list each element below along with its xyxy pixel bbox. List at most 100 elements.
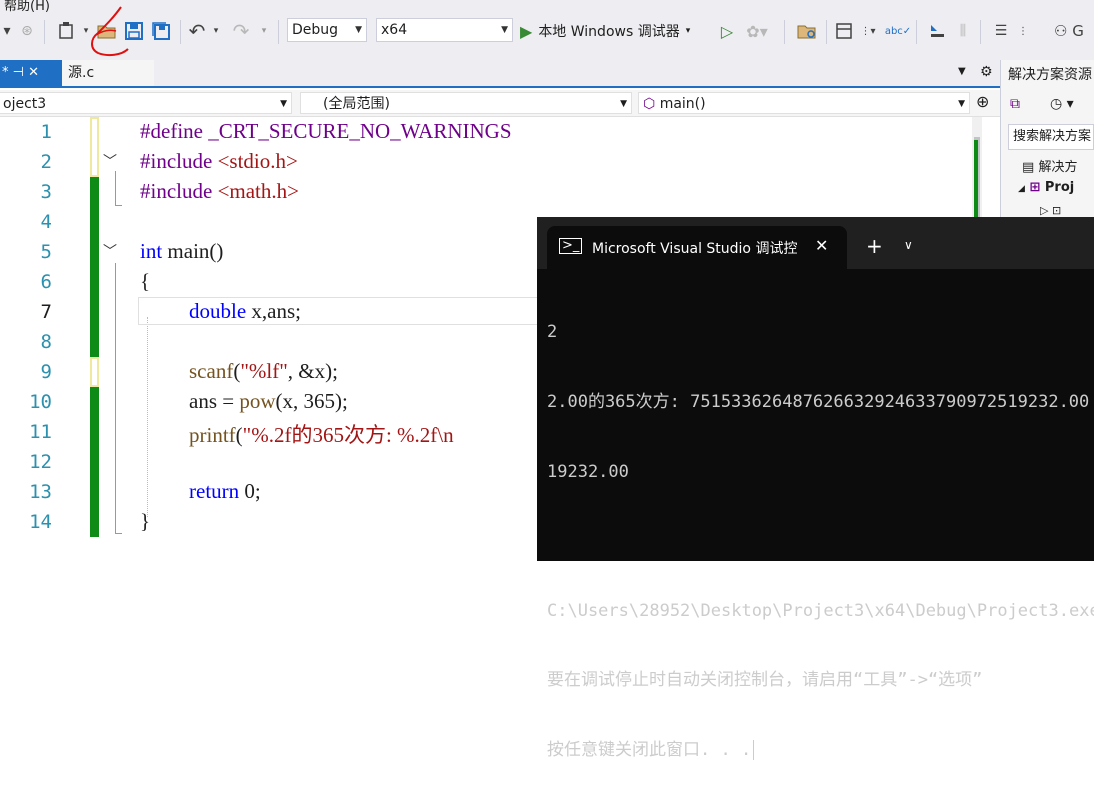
indent-icon[interactable]: ☰ — [988, 14, 1014, 48]
console-tab-title: Microsoft Visual Studio 调试控 — [592, 241, 798, 257]
spell-check-icon[interactable]: abc✓ — [884, 14, 912, 48]
start-debugging-label: 本地 Windows 调试器 — [538, 24, 680, 40]
code-line: scanf("%lf", &x); — [189, 359, 338, 383]
code-line: #include <math.h> — [140, 179, 299, 203]
dropdown-arrow-icon[interactable]: ▾ — [210, 14, 222, 48]
dropdown-arrow-icon: ▾ — [685, 26, 691, 36]
console-line: 19232.00 — [547, 461, 629, 482]
cursor — [753, 739, 765, 760]
change-marker-unsaved — [90, 117, 99, 177]
change-marker-unsaved — [90, 357, 99, 387]
solution-explorer-title: 解决方案资源 — [1008, 67, 1092, 83]
line-number: 1 — [40, 121, 52, 143]
line-number: 6 — [40, 271, 52, 293]
line-number: 11 — [29, 421, 52, 443]
scope-dropdown[interactable]: (全局范围) ▼ — [300, 92, 632, 114]
project-tree-node[interactable]: ◢ ⊞ Proj — [1018, 180, 1074, 195]
fold-toggle-icon[interactable]: ﹀ — [103, 151, 117, 171]
dropdown-arrow-icon[interactable]: ▾ — [258, 14, 270, 48]
tab-file-label: 源.c — [68, 65, 95, 81]
code-line: { — [140, 269, 151, 293]
redo-icon[interactable]: ↷ — [230, 14, 252, 48]
line-number: 13 — [29, 481, 52, 503]
window-layout-icon[interactable] — [832, 14, 856, 48]
settings-icon[interactable]: ⚙ — [980, 64, 993, 80]
live-share-icon: ⚇ — [1054, 22, 1068, 40]
code-line: double x,ans; — [189, 299, 301, 323]
line-number: 12 — [29, 451, 52, 473]
line-number: 5 — [40, 241, 52, 263]
tab-list-dropdown-icon[interactable]: ▼ — [958, 66, 966, 77]
cube-icon: ⬡ — [643, 96, 656, 112]
more-icon[interactable]: ⋮ — [1016, 14, 1030, 48]
console-tab[interactable]: >_ Microsoft Visual Studio 调试控 ✕ — [547, 226, 847, 269]
line-number-current: 7 — [40, 301, 52, 323]
member-dropdown[interactable]: ⬡ main() ▼ — [638, 92, 970, 114]
history-icon[interactable]: ◷ ▾ — [1050, 96, 1074, 112]
code-line: return 0; — [189, 479, 261, 503]
tab-controls-label: * ⊣ ✕ — [2, 65, 39, 80]
line-number: 14 — [29, 511, 52, 533]
tree-expander-icon[interactable]: ▷ ⊡ — [1040, 204, 1061, 217]
play-icon: ▶ — [520, 21, 533, 41]
line-number: 8 — [40, 331, 52, 353]
code-line: #include <stdio.h> — [140, 149, 298, 173]
console-line: 2 — [547, 322, 558, 343]
line-number: 10 — [29, 391, 52, 413]
config-value: Debug — [292, 22, 339, 38]
console-line: C:\Users\28952\Desktop\Project3\x64\Debu… — [547, 600, 1094, 621]
code-line: } — [140, 509, 151, 533]
close-icon[interactable]: ✕ — [815, 236, 828, 255]
line-number: 3 — [40, 181, 52, 203]
split-icon[interactable]: ⊕ — [976, 92, 989, 111]
code-line: int main() — [140, 239, 224, 263]
line-number: 9 — [40, 361, 52, 383]
solution-tree-node[interactable]: ▤ 解决方 — [1022, 156, 1077, 175]
code-line: ans = pow(x, 365); — [189, 389, 348, 413]
save-all-icon[interactable] — [148, 14, 174, 48]
change-marker-saved — [90, 177, 99, 357]
console-line: 2.00的365次方: 7515336264876266329246337909… — [547, 392, 1090, 412]
new-tab-icon[interactable]: + — [866, 234, 883, 258]
console-output[interactable]: 2 2.00的365次方: 75153362648762663292463379… — [547, 275, 1094, 785]
change-marker-saved — [90, 387, 99, 537]
forward-icon[interactable]: ⊛ — [16, 14, 38, 48]
fold-toggle-icon[interactable]: ﹀ — [103, 241, 117, 261]
scrollbar-change-map — [974, 140, 978, 220]
menu-bar: 帮助(H) — [0, 0, 1094, 14]
new-project-icon[interactable] — [54, 14, 80, 48]
live-share-button[interactable]: ⚇ G — [1054, 14, 1094, 48]
solution-search-input[interactable]: 搜索解决方案 — [1008, 124, 1094, 150]
browse-folder-icon[interactable] — [794, 14, 820, 48]
tab-source-file[interactable]: 源.c — [62, 60, 154, 86]
live-share-label: G — [1072, 22, 1084, 40]
start-without-debug-icon[interactable]: ▷ — [716, 14, 738, 48]
vs-icon[interactable]: ⧉ — [1010, 96, 1020, 112]
config-select[interactable]: Debug ▼ — [287, 18, 367, 42]
platform-select[interactable]: x64 ▼ — [376, 18, 513, 42]
line-number: 2 — [40, 151, 52, 173]
bookmark-icon[interactable]: ⫼ — [952, 14, 974, 48]
line-number: 4 — [40, 211, 52, 233]
red-annotation-mark — [91, 6, 129, 57]
dropdown-arrow-icon[interactable]: ▾ — [0, 14, 14, 48]
undo-icon[interactable]: ↶ — [186, 14, 208, 48]
chevron-down-icon[interactable]: ∨ — [904, 238, 913, 252]
tab-pin-controls[interactable]: * ⊣ ✕ — [0, 60, 62, 88]
solution-icon: ▤ — [1022, 160, 1035, 175]
menu-help[interactable]: 帮助(H) — [4, 0, 50, 14]
more-icon[interactable]: ⋮▾ — [860, 14, 876, 48]
project-dropdown[interactable]: oject3 ▼ — [0, 92, 292, 114]
code-line: #define _CRT_SECURE_NO_WARNINGS — [140, 119, 512, 143]
navigation-bar: oject3 ▼ (全局范围) ▼ ⬡ main() ▼ ⊕ — [0, 90, 1000, 117]
console-line: 要在调试停止时自动关闭控制台，请启用“工具”->“选项” — [547, 670, 983, 691]
project-label: oject3 — [3, 96, 47, 112]
toolbar: ▾ ⊛ ▾ ↶ ▾ ↷ ▾ Debug ▼ x64 ▼ ▶ 本地 Windows 调… — [0, 14, 1094, 60]
step-icon[interactable] — [924, 14, 950, 48]
project-icon: ⊞ — [1029, 180, 1041, 195]
start-debugging-button[interactable]: ▶ 本地 Windows 调试器 ▾ — [520, 18, 690, 44]
console-line: 按任意键关闭此窗口. . . — [547, 739, 1094, 762]
hot-reload-icon[interactable]: ✿▾ — [744, 14, 770, 48]
terminal-icon: >_ — [559, 238, 583, 254]
